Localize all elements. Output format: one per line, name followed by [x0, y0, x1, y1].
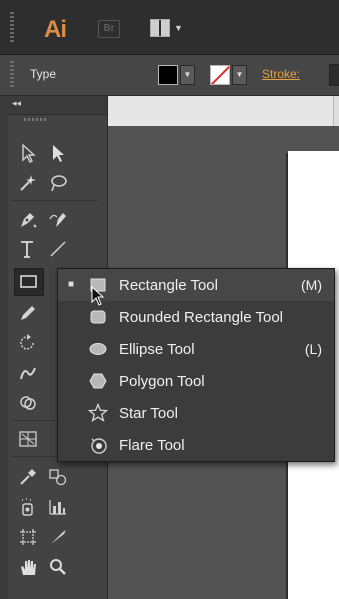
shortcut-label: (L): [304, 341, 322, 357]
column-graph-tool[interactable]: [44, 494, 72, 520]
stroke-dropdown-button[interactable]: ▼: [232, 65, 247, 85]
flyout-item-label: Ellipse Tool: [119, 341, 195, 358]
blend-tool[interactable]: [44, 464, 72, 490]
flyout-item-star[interactable]: Star Tool: [58, 397, 334, 429]
star-icon: [88, 403, 108, 423]
puppet-warp-tool[interactable]: [14, 360, 42, 386]
flyout-item-flare[interactable]: Flare Tool: [58, 429, 334, 461]
direct-selection-arrow-icon: [53, 145, 64, 162]
pen-nib-icon: [21, 213, 37, 228]
document-tab[interactable]: [108, 96, 334, 126]
hand-tool[interactable]: [14, 554, 42, 580]
collapse-panel-icon[interactable]: ◂◂: [12, 98, 21, 109]
pen-tool[interactable]: [14, 206, 42, 232]
rotate-icon: [20, 334, 34, 350]
artboard-icon: [20, 529, 36, 545]
type-tool[interactable]: [14, 236, 42, 262]
eyedropper-icon: [20, 469, 36, 485]
flyout-item-polygon[interactable]: Polygon Tool: [58, 365, 334, 397]
document-tab-bar: [108, 96, 339, 126]
artboard-tool[interactable]: [14, 524, 42, 550]
flyout-item-label: Star Tool: [119, 405, 178, 422]
column-graph-icon: [49, 500, 66, 515]
tools-panel-header[interactable]: ◂◂: [8, 96, 107, 115]
flyout-item-ellipse[interactable]: Ellipse Tool (L): [58, 333, 334, 365]
line-segment-tool[interactable]: [44, 236, 72, 262]
pencil-tool[interactable]: [14, 300, 42, 326]
perspective-grid-tool[interactable]: [14, 426, 42, 452]
selection-arrow-icon: [22, 143, 36, 163]
workspace-switcher-button[interactable]: ▼: [150, 19, 186, 37]
control-bar: Type ▼ ▼ Stroke:: [0, 55, 339, 96]
ellipse-icon: [89, 343, 107, 355]
shape-builder-tool[interactable]: [14, 390, 42, 416]
tools-panel-grip[interactable]: [24, 118, 48, 121]
polygon-icon: [89, 373, 107, 389]
selection-type-label: Type: [30, 67, 57, 81]
rounded-rectangle-icon: [90, 310, 106, 324]
flyout-item-label: Polygon Tool: [119, 373, 205, 390]
flyout-item-label: Rectangle Tool: [119, 277, 218, 294]
magic-wand-icon: [20, 175, 36, 191]
stroke-color-swatch[interactable]: [210, 65, 230, 85]
blend-icon: [49, 469, 67, 486]
puppet-warp-icon: [20, 367, 36, 380]
stroke-panel-link[interactable]: Stroke:: [262, 67, 300, 81]
symbol-sprayer-icon: [22, 498, 33, 516]
hand-icon: [21, 560, 36, 575]
control-bar-grip[interactable]: [10, 61, 14, 89]
rectangle-tool[interactable]: [14, 268, 44, 296]
rotate-tool[interactable]: [14, 330, 42, 356]
perspective-grid-icon: [19, 431, 37, 447]
slice-knife-icon: [51, 530, 66, 544]
magic-wand-tool[interactable]: [14, 170, 42, 196]
fill-color-swatch[interactable]: [158, 65, 178, 85]
lasso-tool[interactable]: [44, 170, 72, 196]
symbol-sprayer-tool[interactable]: [14, 494, 42, 520]
current-tool-check-icon: ■: [68, 279, 75, 290]
rectangle-icon: [20, 275, 37, 288]
illustrator-logo: Ai: [44, 16, 67, 43]
shape-builder-icon: [20, 396, 36, 410]
bridge-button[interactable]: Br: [98, 20, 120, 38]
type-t-icon: [21, 241, 33, 258]
flare-icon: [91, 438, 107, 454]
flyout-item-label: Flare Tool: [119, 437, 185, 454]
selection-tool[interactable]: [14, 140, 42, 166]
workspace-layout-icon: [150, 19, 170, 37]
lasso-icon: [51, 175, 67, 192]
pencil-icon: [21, 306, 35, 320]
chevron-down-icon: ▼: [174, 23, 183, 33]
mouse-cursor-icon: [91, 286, 105, 306]
app-bar-grip[interactable]: [10, 12, 14, 42]
shortcut-label: (M): [301, 277, 322, 293]
zoom-tool[interactable]: [44, 554, 72, 580]
zoom-magnifier-icon: [50, 559, 66, 575]
stroke-weight-field[interactable]: [329, 64, 339, 86]
direct-selection-tool[interactable]: [44, 140, 72, 166]
tools-divider: [12, 200, 98, 201]
line-segment-icon: [50, 241, 66, 257]
eyedropper-tool[interactable]: [14, 464, 42, 490]
application-bar: Ai Br ▼: [0, 0, 339, 55]
curvature-pen-icon: [49, 213, 66, 227]
slice-tool[interactable]: [44, 524, 72, 550]
curvature-tool[interactable]: [44, 206, 72, 232]
flyout-item-label: Rounded Rectangle Tool: [119, 309, 284, 326]
fill-dropdown-button[interactable]: ▼: [180, 65, 195, 85]
